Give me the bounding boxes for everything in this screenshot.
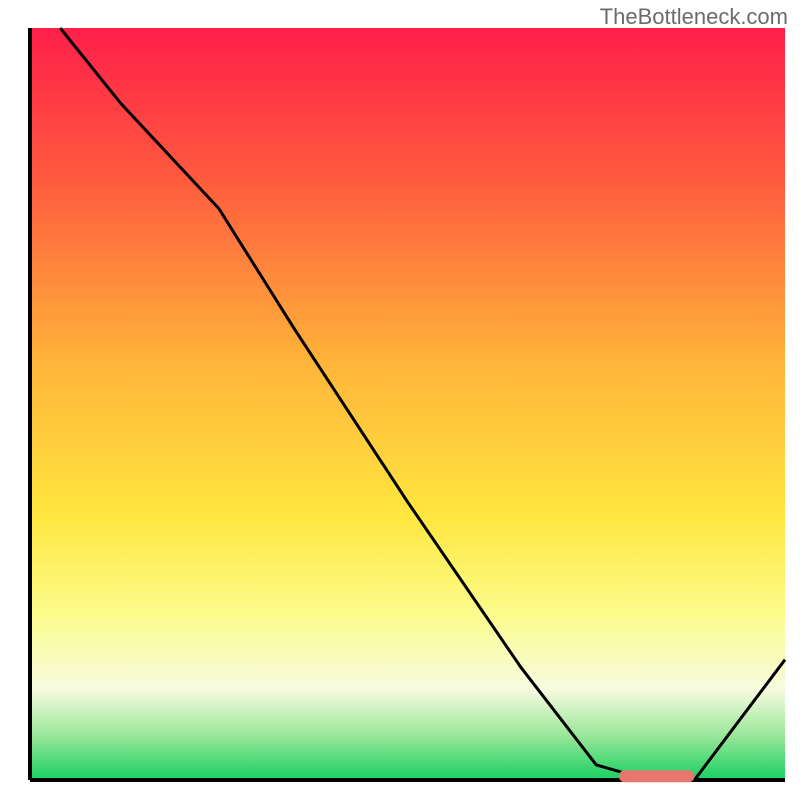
bottleneck-chart [0,0,800,800]
watermark-text: TheBottleneck.com [600,4,788,30]
gradient-background [30,28,785,780]
optimal-range-marker [619,770,695,782]
chart-container: TheBottleneck.com [0,0,800,800]
